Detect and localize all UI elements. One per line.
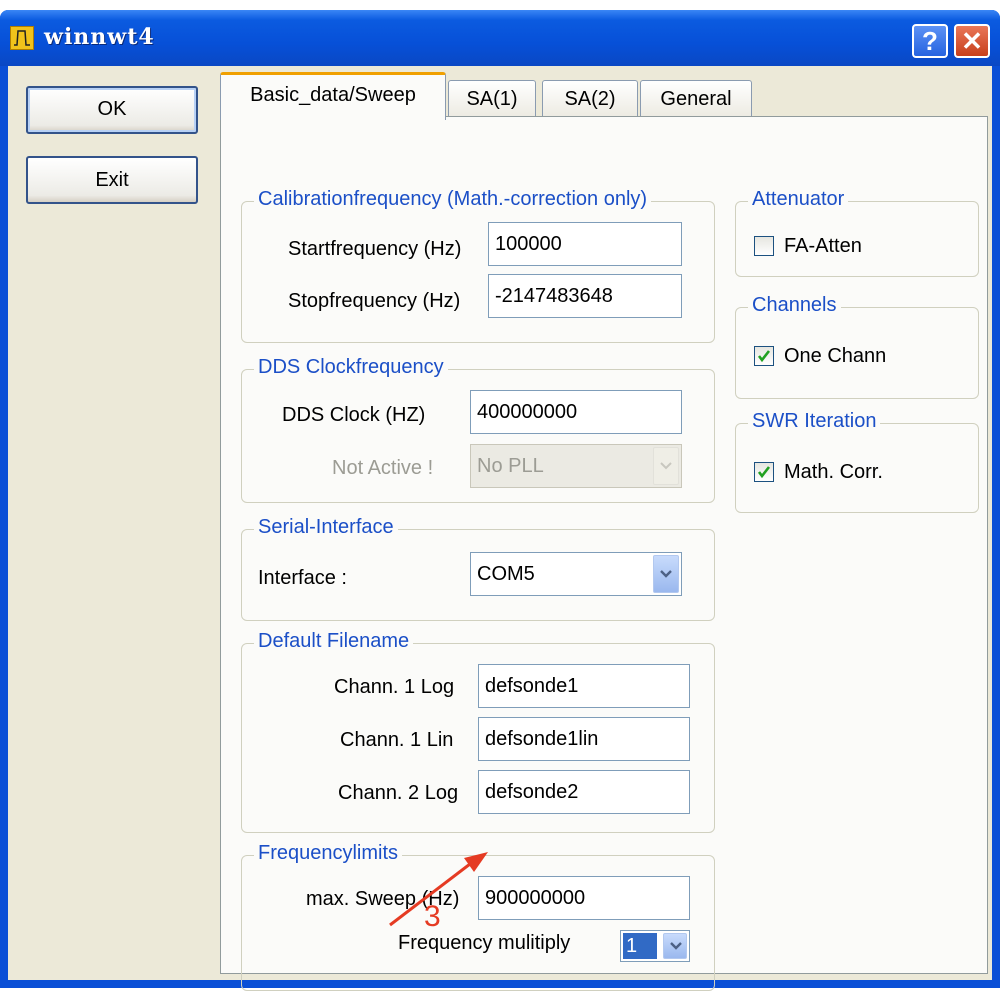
swr-iteration-group: SWR Iteration Math. Corr. <box>735 410 979 513</box>
interface-select-value: COM5 <box>477 563 535 585</box>
channels-group: Channels One Chann <box>735 294 979 399</box>
frequency-multiply-value: 1 <box>623 933 657 959</box>
pll-not-active-label: Not Active ! <box>332 457 434 479</box>
one-chann-label: One Chann <box>784 345 887 367</box>
start-frequency-input[interactable]: 100000 <box>488 222 682 266</box>
pll-select-value: No PLL <box>477 455 544 477</box>
channels-legend: Channels <box>748 294 841 317</box>
tab-panel-basic-data: Calibrationfrequency (Math.-correction o… <box>220 116 988 991</box>
serial-interface-legend: Serial-Interface <box>254 516 398 539</box>
chann2-log-input[interactable]: defsonde2 <box>478 770 690 814</box>
interface-select[interactable]: COM5 <box>470 552 682 596</box>
calibration-group: Calibrationfrequency (Math.-correction o… <box>241 188 715 343</box>
frequency-multiply-select[interactable]: 1 <box>620 930 690 962</box>
stop-frequency-input[interactable]: -2147483648 <box>488 274 682 318</box>
fa-atten-checkbox[interactable] <box>754 236 774 256</box>
math-corr-label: Math. Corr. <box>784 461 883 483</box>
serial-interface-group: Serial-Interface Interface : COM5 <box>241 516 715 621</box>
dds-clock-label: DDS Clock (HZ) <box>282 404 426 426</box>
frequency-limits-group: Frequencylimits max. Sweep (Hz) 90000000… <box>241 842 715 991</box>
tab-sa1[interactable]: SA(1) <box>448 80 536 118</box>
chann1-lin-input[interactable]: defsonde1lin <box>478 717 690 761</box>
tab-sa2[interactable]: SA(2) <box>542 80 638 118</box>
dds-clock-input[interactable]: 400000000 <box>470 390 682 434</box>
chevron-down-icon <box>653 447 679 485</box>
math-corr-checkbox[interactable] <box>754 462 774 482</box>
checkmark-icon <box>757 466 771 479</box>
window-title: winnwt4 <box>44 24 155 50</box>
start-frequency-label: Startfrequency (Hz) <box>288 238 462 260</box>
app-icon <box>10 26 34 50</box>
frequency-limits-legend: Frequencylimits <box>254 842 403 865</box>
chann1-lin-label: Chann. 1 Lin <box>340 729 454 751</box>
interface-label: Interface : <box>258 567 347 589</box>
tab-basic-data-sweep[interactable]: Basic_data/Sweep <box>220 72 446 120</box>
chevron-down-icon[interactable] <box>663 933 687 959</box>
chann1-log-input[interactable]: defsonde1 <box>478 664 690 708</box>
close-button[interactable]: ✕ <box>954 24 990 58</box>
help-button[interactable]: ? <box>912 24 948 58</box>
chevron-down-icon[interactable] <box>653 555 679 593</box>
chann2-log-label: Chann. 2 Log <box>338 782 459 804</box>
dds-clock-group: DDS Clockfrequency DDS Clock (HZ) 400000… <box>241 356 715 503</box>
annotation-number: 3 <box>424 900 441 933</box>
max-sweep-input[interactable]: 900000000 <box>478 876 690 920</box>
frequency-multiply-label: Frequency mulitiply <box>398 932 571 954</box>
checkmark-icon <box>757 350 771 363</box>
fa-atten-label: FA-Atten <box>784 235 862 257</box>
title-bar[interactable]: winnwt4 ? ✕ <box>0 10 1000 66</box>
dialog-window: winnwt4 ? ✕ OK Exit Basic_data/Sweep SA(… <box>0 10 1000 991</box>
dialog-client-area: OK Exit Basic_data/Sweep SA(1) SA(2) Gen… <box>8 66 992 991</box>
one-chann-checkbox[interactable] <box>754 346 774 366</box>
swr-iteration-legend: SWR Iteration <box>748 410 881 433</box>
chann1-log-label: Chann. 1 Log <box>334 676 455 698</box>
dds-clock-legend: DDS Clockfrequency <box>254 356 448 379</box>
calibration-legend: Calibrationfrequency (Math.-correction o… <box>254 188 652 211</box>
attenuator-legend: Attenuator <box>748 188 849 211</box>
stop-frequency-label: Stopfrequency (Hz) <box>288 290 461 312</box>
default-filename-group: Default Filename Chann. 1 Log defsonde1 … <box>241 630 715 833</box>
default-filename-legend: Default Filename <box>254 630 414 653</box>
ok-button[interactable]: OK <box>26 86 198 134</box>
exit-button[interactable]: Exit <box>26 156 198 204</box>
pll-select: No PLL <box>470 444 682 488</box>
attenuator-group: Attenuator FA-Atten <box>735 188 979 277</box>
tab-general[interactable]: General <box>640 80 752 118</box>
